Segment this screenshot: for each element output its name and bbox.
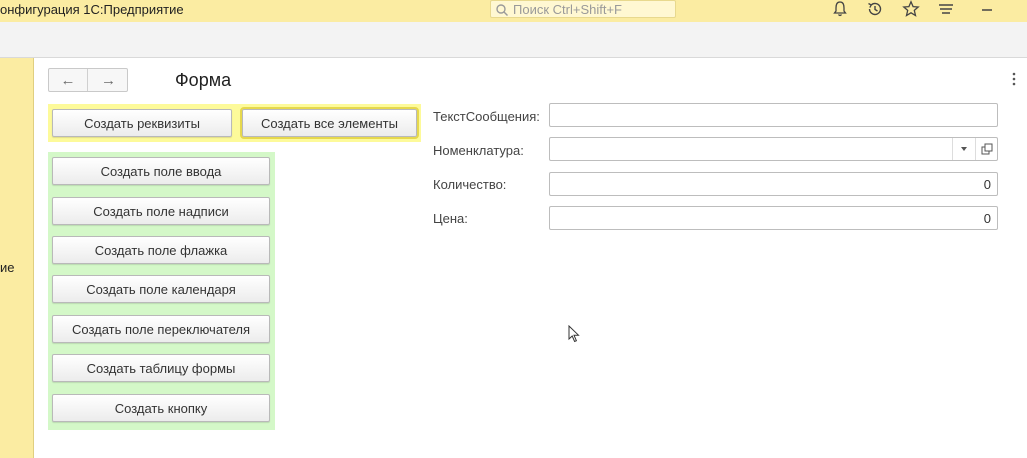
form-title: Форма: [175, 70, 232, 90]
command-group-green: Создать поле ввода Создать поле надписи …: [48, 152, 275, 430]
mouse-cursor-icon: [568, 324, 580, 343]
star-icon[interactable]: [900, 0, 922, 20]
arrow-left-icon: ←: [60, 71, 76, 89]
search-input[interactable]: Поиск Ctrl+Shift+F: [490, 0, 676, 18]
message-text-label: ТекстСообщения:: [433, 109, 540, 124]
search-placeholder: Поиск Ctrl+Shift+F: [513, 2, 622, 17]
menu-icon[interactable]: [935, 0, 957, 20]
arrow-right-icon: →: [101, 71, 116, 89]
form-area: ← → Форма Создать реквизиты Создать все …: [35, 58, 1027, 458]
search-icon: [495, 3, 509, 17]
dropdown-button[interactable]: [952, 138, 974, 160]
minimize-icon[interactable]: [976, 0, 998, 20]
create-input-field-button[interactable]: Создать поле ввода: [52, 157, 270, 185]
create-calendar-field-button[interactable]: Создать поле календаря: [52, 275, 270, 303]
quantity-value: 0: [983, 177, 991, 192]
nav-buttons: ← →: [48, 68, 128, 92]
price-field[interactable]: 0: [549, 206, 998, 230]
forward-button[interactable]: →: [89, 69, 128, 91]
chevron-down-icon: [960, 147, 967, 151]
command-group-yellow: Создать реквизиты Создать все элементы: [48, 104, 421, 142]
create-label-field-button[interactable]: Создать поле надписи: [52, 197, 270, 225]
history-icon[interactable]: [864, 0, 886, 20]
section-toolbar: [0, 22, 1027, 58]
price-value: 0: [983, 211, 991, 226]
title-bar: онфигурация 1С:Предприятие Поиск Ctrl+Sh…: [0, 0, 1027, 22]
create-radio-field-button[interactable]: Создать поле переключателя: [52, 315, 270, 343]
nomenclature-field[interactable]: [549, 137, 998, 161]
price-label: Цена:: [433, 211, 468, 226]
sections-panel: ие: [0, 58, 34, 458]
create-button-button[interactable]: Создать кнопку: [52, 394, 270, 422]
quantity-field[interactable]: 0: [549, 172, 998, 196]
bell-icon[interactable]: [829, 0, 851, 20]
create-attributes-button[interactable]: Создать реквизиты: [52, 109, 232, 137]
nomenclature-label: Номенклатура:: [433, 143, 524, 158]
open-button[interactable]: [975, 138, 997, 160]
back-button[interactable]: ←: [49, 69, 88, 91]
app-title: онфигурация 1С:Предприятие: [0, 2, 184, 17]
more-icon[interactable]: [1011, 72, 1017, 86]
create-all-elements-button[interactable]: Создать все элементы: [240, 107, 419, 139]
create-checkbox-field-button[interactable]: Создать поле флажка: [52, 236, 270, 264]
create-form-table-button[interactable]: Создать таблицу формы: [52, 354, 270, 382]
quantity-label: Количество:: [433, 177, 507, 192]
open-window-icon: [981, 143, 992, 155]
message-text-field[interactable]: [549, 103, 998, 127]
section-item-label[interactable]: ие: [0, 260, 15, 275]
